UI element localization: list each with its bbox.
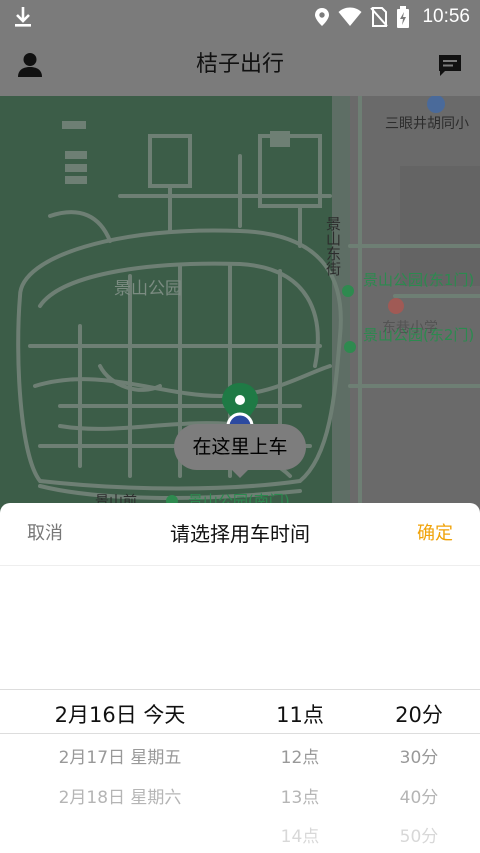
wifi-icon (338, 7, 362, 26)
hour-option[interactable]: 11点 (276, 699, 324, 729)
clock: 10:56 (422, 6, 470, 27)
date-option[interactable]: 2月17日 星期五 (59, 743, 182, 768)
hour-option[interactable]: 13点 (281, 783, 320, 808)
hour-option[interactable]: 12点 (281, 743, 320, 768)
minute-option[interactable]: 40分 (400, 783, 439, 808)
minute-option[interactable]: 20分 (395, 699, 443, 729)
time-picker-sheet: 取消 请选择用车时间 确定 2月16日 今天 2月17日 星期五 2月18日 星… (0, 503, 480, 853)
page-title: 桔子出行 (195, 52, 284, 77)
confirm-button[interactable]: 确定 (417, 503, 453, 565)
message-icon[interactable] (436, 52, 464, 80)
date-option[interactable]: 2月16日 今天 (55, 699, 186, 729)
battery-icon (397, 6, 410, 28)
map-label-faded: 东巷小学 (382, 320, 438, 336)
map-label-poi-top: 三眼井胡同小 (385, 116, 469, 132)
picker-title: 请选择用车时间 (170, 522, 310, 546)
app-header: 桔子出行 (0, 34, 480, 96)
hour-option[interactable]: 14点 (281, 822, 320, 847)
pickup-callout[interactable]: 在这里上车 (174, 424, 306, 478)
picker-toolbar: 取消 请选择用车时间 确定 (0, 503, 480, 566)
map-view[interactable]: 景山公园 三眼井胡同小 景山公园(东1门) 景山公园(东2门) 东巷小学 景山前… (0, 96, 480, 516)
status-bar: 10:56 (0, 0, 480, 34)
minute-option[interactable]: 50分 (400, 822, 439, 847)
map-label-east1: 景山公园(东1门) (363, 271, 474, 289)
map-label-park: 景山公园 (114, 279, 182, 299)
no-sim-icon (370, 7, 389, 27)
minute-option[interactable]: 30分 (400, 743, 439, 768)
map-label-street: 景山东街 (324, 216, 342, 276)
date-option[interactable]: 2月18日 星期六 (59, 783, 182, 808)
download-icon (15, 7, 31, 27)
location-icon (315, 8, 330, 26)
